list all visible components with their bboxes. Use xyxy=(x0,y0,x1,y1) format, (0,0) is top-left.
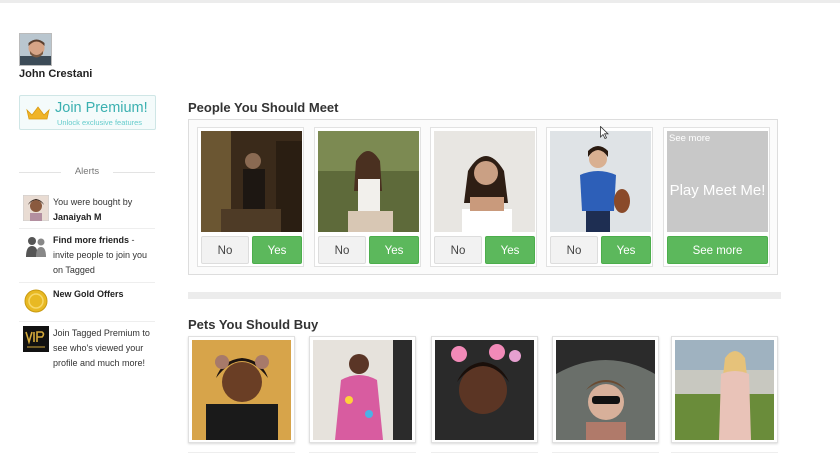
play-meet-me-text: Play Meet Me! xyxy=(669,182,766,199)
meet-card: No Yes xyxy=(197,127,304,267)
meet-section-title: People You Should Meet xyxy=(188,100,339,115)
crown-icon xyxy=(26,106,50,120)
pet-card[interactable] xyxy=(552,336,659,443)
divider xyxy=(552,452,659,453)
pet-card[interactable] xyxy=(431,336,538,443)
alert-item-premium[interactable]: Join Tagged Premium to see who's viewed … xyxy=(19,326,155,402)
alert-text: You were bought by xyxy=(53,197,133,207)
alert-link[interactable]: Find more friends xyxy=(53,235,129,245)
pet-photo xyxy=(675,340,774,440)
play-meet-me-card: See more Play Meet Me! See more xyxy=(663,127,770,267)
profile-photo[interactable] xyxy=(550,131,651,232)
join-premium-button[interactable]: Join Premium! Unlock exclusive features xyxy=(19,95,156,130)
divider xyxy=(671,452,778,453)
user-avatar[interactable] xyxy=(19,33,52,66)
no-button[interactable]: No xyxy=(550,236,598,264)
yes-button[interactable]: Yes xyxy=(601,236,651,264)
premium-subtitle: Unlock exclusive features xyxy=(57,118,143,127)
alert-text: Join Tagged Premium to see who's viewed … xyxy=(53,328,150,368)
pet-card[interactable] xyxy=(671,336,778,443)
vip-icon xyxy=(23,326,49,352)
pet-photo xyxy=(192,340,291,440)
alert-link[interactable]: Janaiyah M xyxy=(53,212,102,222)
pet-photo xyxy=(556,340,655,440)
pet-photo xyxy=(435,340,534,440)
meet-card: No Yes xyxy=(430,127,537,267)
section-divider xyxy=(188,292,781,299)
divider xyxy=(431,452,538,453)
pet-card[interactable] xyxy=(309,336,416,443)
mouse-cursor-icon xyxy=(600,126,609,139)
meet-card: No Yes xyxy=(314,127,421,267)
premium-title: Join Premium! xyxy=(55,100,148,116)
play-meet-me-tile[interactable]: See more Play Meet Me! xyxy=(667,131,768,232)
alert-item-gold-offers[interactable]: New Gold Offers xyxy=(19,287,155,315)
no-button[interactable]: No xyxy=(434,236,482,264)
profile-photo[interactable] xyxy=(318,131,419,232)
alert-item-find-friends[interactable]: Find more friends - invite people to joi… xyxy=(19,233,155,279)
pet-card[interactable] xyxy=(188,336,295,443)
yes-button[interactable]: Yes xyxy=(485,236,535,264)
yes-button[interactable]: Yes xyxy=(252,236,302,264)
top-divider xyxy=(0,0,840,3)
see-more-button[interactable]: See more xyxy=(667,236,768,264)
divider xyxy=(19,282,155,283)
gold-coin-icon xyxy=(23,287,49,313)
no-button[interactable]: No xyxy=(318,236,366,264)
no-button[interactable]: No xyxy=(201,236,249,264)
profile-photo[interactable] xyxy=(201,131,302,232)
divider xyxy=(309,452,416,453)
see-more-label: See more xyxy=(669,133,711,144)
divider xyxy=(19,228,155,229)
friends-icon xyxy=(23,233,49,259)
divider xyxy=(19,321,155,322)
divider xyxy=(188,452,295,453)
alerts-heading: Alerts xyxy=(19,166,155,177)
alert-item-bought[interactable]: You were bought by Janaiyah M xyxy=(19,194,155,225)
pets-section-title: Pets You Should Buy xyxy=(188,317,319,332)
pet-photo xyxy=(313,340,412,440)
alert-link[interactable]: New Gold Offers xyxy=(53,289,124,299)
yes-button[interactable]: Yes xyxy=(369,236,419,264)
meet-card: No Yes xyxy=(546,127,653,267)
profile-photo[interactable] xyxy=(434,131,535,232)
alert-avatar xyxy=(22,194,50,222)
user-name[interactable]: John Crestani xyxy=(19,68,92,80)
